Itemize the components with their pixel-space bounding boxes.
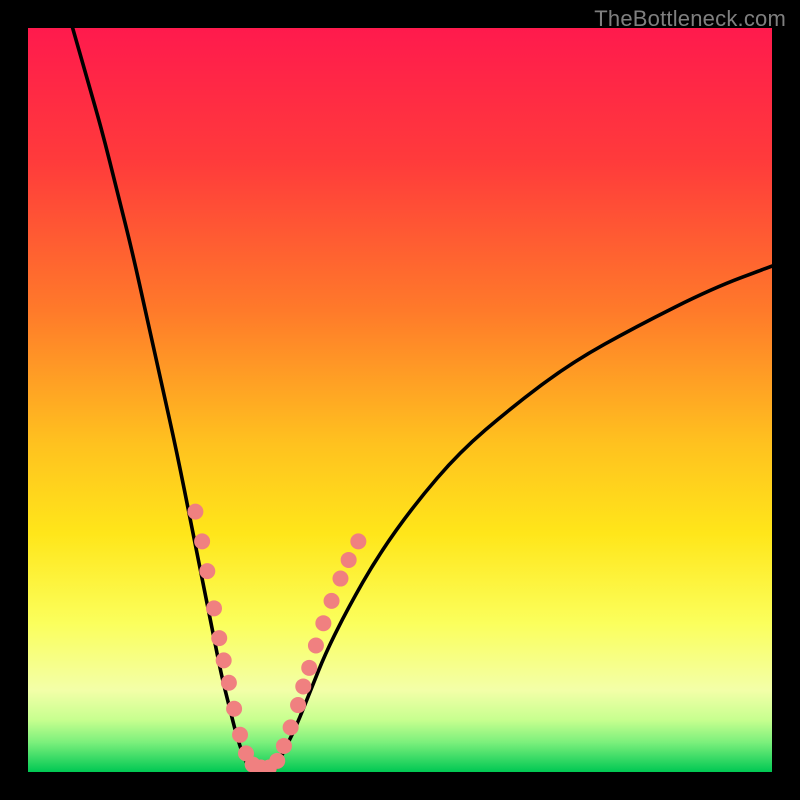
marker-dot: [276, 738, 292, 754]
marker-dot: [308, 638, 324, 654]
chart-background: [28, 28, 772, 772]
marker-dot: [232, 727, 248, 743]
marker-dot: [269, 753, 285, 769]
marker-dot: [290, 697, 306, 713]
marker-dot: [315, 615, 331, 631]
marker-dot: [199, 563, 215, 579]
marker-dot: [187, 504, 203, 520]
plot-area: [28, 28, 772, 772]
marker-dot: [211, 630, 227, 646]
marker-dot: [194, 533, 210, 549]
marker-dot: [283, 719, 299, 735]
marker-dot: [350, 533, 366, 549]
marker-dot: [206, 600, 222, 616]
marker-dot: [295, 678, 311, 694]
marker-dot: [332, 571, 348, 587]
marker-dot: [341, 552, 357, 568]
marker-dot: [221, 675, 237, 691]
marker-dot: [324, 593, 340, 609]
marker-dot: [216, 652, 232, 668]
marker-dot: [226, 701, 242, 717]
marker-dot: [301, 660, 317, 676]
chart-svg: [28, 28, 772, 772]
